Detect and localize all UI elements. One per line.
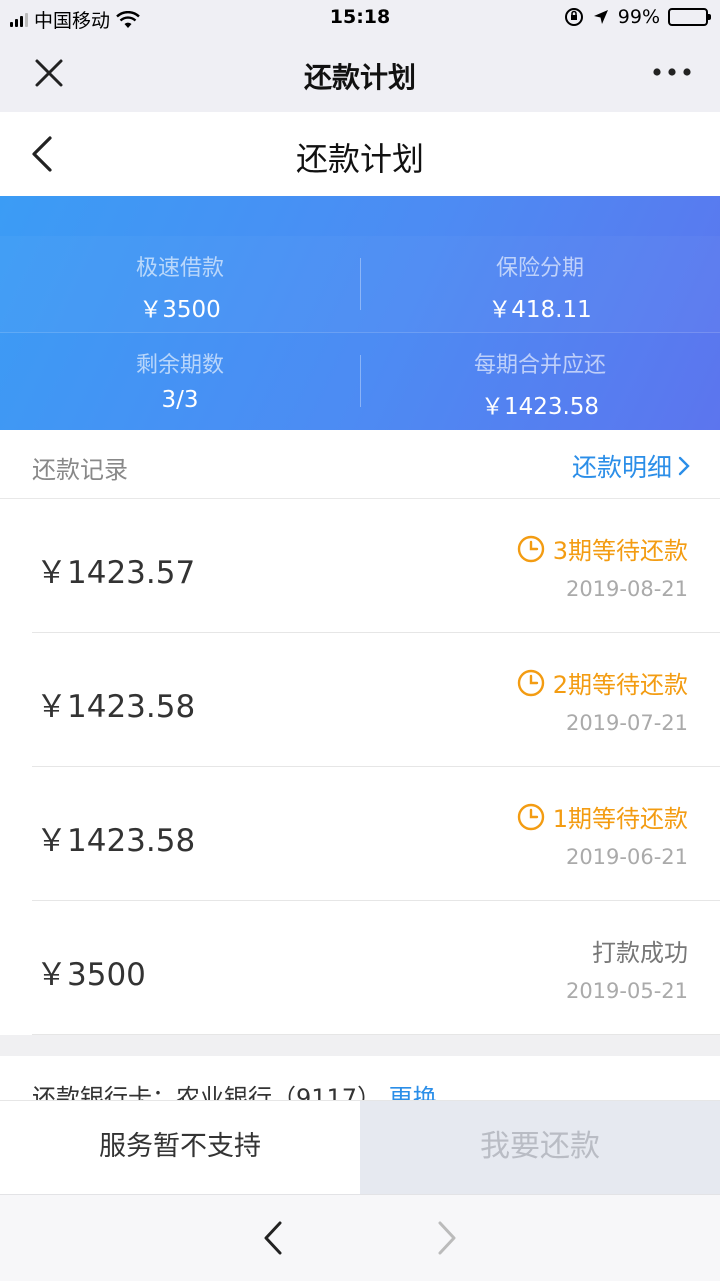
wechat-nav-bar: 还款计划 xyxy=(0,36,720,112)
insurance-label: 保险分期 xyxy=(495,256,584,281)
remaining-periods-cell: 剩余期数 3/3 xyxy=(0,347,360,413)
service-unavailable-button[interactable]: 服务暂不支持 xyxy=(0,1101,360,1195)
browser-back-icon[interactable] xyxy=(258,1219,290,1257)
bank-card-row: 还款银行卡：农业银行（9117） 更换 xyxy=(0,1056,720,1100)
remaining-value: 3/3 xyxy=(161,387,199,413)
browser-toolbar xyxy=(0,1194,720,1281)
records-list: ￥1423.57 3期等待还款 2019-08-21 ￥1423.58 2期等待… xyxy=(0,499,720,1035)
insurance-cell: 保险分期 ￥418.11 xyxy=(360,250,720,324)
bank-card-name: 农业银行（9117） xyxy=(176,1084,382,1100)
page-header: 还款计划 xyxy=(0,112,720,197)
clock-icon xyxy=(517,803,544,830)
record-amount: ￥1423.58 xyxy=(36,823,196,859)
repayment-detail-link[interactable]: 还款明细 xyxy=(572,448,690,484)
record-status: 1期等待还款 xyxy=(517,799,688,834)
more-icon[interactable] xyxy=(652,62,692,82)
record-status: 3期等待还款 xyxy=(517,531,688,566)
browser-forward-icon[interactable] xyxy=(430,1219,462,1257)
repay-button[interactable]: 我要还款 xyxy=(360,1101,720,1195)
record-status-text: 3期等待还款 xyxy=(552,537,688,565)
record-row[interactable]: ￥3500 打款成功 2019-05-21 xyxy=(0,901,720,1035)
record-row[interactable]: ￥1423.58 2期等待还款 2019-07-21 xyxy=(0,633,720,767)
record-amount: ￥1423.57 xyxy=(36,555,196,591)
per-period-value: ￥1423.58 xyxy=(480,394,600,420)
location-icon xyxy=(593,10,608,24)
page-title: 还款计划 xyxy=(295,140,424,178)
loan-value: ￥3500 xyxy=(139,297,221,323)
record-row[interactable]: ￥1423.58 1期等待还款 2019-06-21 xyxy=(0,767,720,901)
loan-summary: 极速借款 ￥3500 保险分期 ￥418.11 剩余期数 3/3 每期合并应还 … xyxy=(0,196,720,430)
record-status-text: 打款成功 xyxy=(592,939,688,967)
battery-percent: 99% xyxy=(617,6,660,28)
summary-row-bottom: 剩余期数 3/3 每期合并应还 ￥1423.58 xyxy=(0,333,720,429)
record-status: 打款成功 xyxy=(592,933,688,968)
record-status-text: 1期等待还款 xyxy=(552,805,688,833)
remaining-label: 剩余期数 xyxy=(135,353,224,378)
status-right: 99% xyxy=(564,6,711,28)
bank-card-label: 还款银行卡： xyxy=(32,1084,176,1100)
per-period-cell: 每期合并应还 ￥1423.58 xyxy=(360,347,720,421)
record-amount: ￥3500 xyxy=(36,957,146,993)
records-title: 还款记录 xyxy=(32,456,128,484)
insurance-value: ￥418.11 xyxy=(488,297,592,323)
clock-icon xyxy=(517,669,544,696)
record-status-text: 2期等待还款 xyxy=(552,671,688,699)
records-header: 还款记录 还款明细 xyxy=(0,430,720,499)
wechat-nav-title: 还款计划 xyxy=(303,61,416,94)
record-row[interactable]: ￥1423.57 3期等待还款 2019-08-21 xyxy=(0,499,720,633)
record-date: 2019-07-21 xyxy=(565,711,688,735)
bank-card-text: 还款银行卡：农业银行（9117） 更换 xyxy=(32,1078,437,1100)
loan-label: 极速借款 xyxy=(135,256,224,281)
per-period-label: 每期合并应还 xyxy=(473,353,606,378)
summary-row-top: 极速借款 ￥3500 保险分期 ￥418.11 xyxy=(0,236,720,333)
battery-icon xyxy=(668,8,711,26)
record-date: 2019-08-21 xyxy=(565,577,688,601)
clock-icon xyxy=(517,535,544,562)
record-date: 2019-05-21 xyxy=(565,979,688,1003)
chevron-right-icon xyxy=(678,456,690,476)
status-bar: 中国移动 15:18 99% xyxy=(0,0,720,36)
record-amount: ￥1423.58 xyxy=(36,689,196,725)
record-status: 2期等待还款 xyxy=(517,665,688,700)
repayment-detail-label: 还款明细 xyxy=(571,453,672,482)
row-divider xyxy=(32,1034,720,1035)
record-date: 2019-06-21 xyxy=(565,845,688,869)
rotation-lock-icon xyxy=(564,8,583,26)
bottom-action-bar: 服务暂不支持 我要还款 xyxy=(0,1100,720,1195)
change-card-link[interactable]: 更换 xyxy=(389,1084,437,1100)
loan-amount-cell: 极速借款 ￥3500 xyxy=(0,250,360,324)
